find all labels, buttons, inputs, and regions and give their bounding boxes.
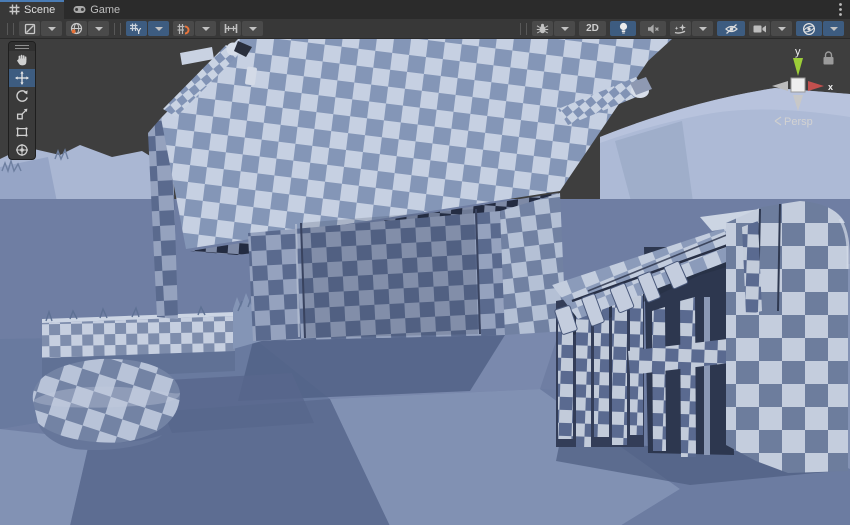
tools-palette-grip[interactable] — [9, 42, 35, 51]
grid-visibility-dropdown[interactable] — [148, 21, 169, 36]
window-menu-button[interactable] — [831, 0, 850, 19]
x-axis-label: x — [828, 82, 833, 92]
stump[interactable] — [33, 359, 180, 450]
tab-scene-label: Scene — [24, 4, 55, 16]
lighting-toggle-button[interactable] — [610, 21, 636, 36]
rect-icon — [15, 125, 29, 139]
lock-icon[interactable] — [824, 52, 834, 65]
svg-text:Y: Y — [136, 27, 142, 35]
pivot-icon — [24, 23, 36, 35]
scene-render[interactable] — [0, 39, 850, 525]
neg-x-axis-cone[interactable] — [772, 81, 788, 91]
camera-settings-button[interactable] — [749, 21, 770, 36]
lightbulb-icon — [618, 22, 629, 35]
eye-hidden-icon — [724, 23, 739, 35]
y-axis-cone[interactable] — [793, 58, 803, 76]
mode-2d-button[interactable]: 2D — [579, 21, 606, 36]
scene-viewport[interactable]: y x Persp — [0, 39, 850, 525]
view-hand-tool[interactable] — [9, 51, 35, 69]
y-axis-label: y — [795, 46, 801, 58]
transform-icon — [15, 143, 29, 157]
snap-increment-button[interactable] — [220, 21, 241, 36]
scale-icon — [15, 107, 29, 121]
draw-mode-button[interactable] — [532, 21, 553, 36]
snap-move-icon — [224, 23, 238, 34]
audio-toggle-button[interactable] — [640, 21, 666, 36]
snap-to-grid-dropdown[interactable] — [195, 21, 216, 36]
grid-y-icon: Y — [130, 23, 143, 35]
neg-y-axis-cone[interactable] — [793, 95, 803, 111]
transform-tool[interactable] — [9, 141, 35, 159]
tab-scene[interactable]: Scene — [0, 0, 64, 19]
overlay-grip[interactable] — [114, 23, 121, 35]
projection-label[interactable]: Persp — [784, 116, 813, 128]
tab-bar: Scene Game — [0, 0, 850, 19]
move-tool[interactable] — [9, 69, 35, 87]
grid-magnet-icon — [177, 23, 190, 35]
rotate-tool[interactable] — [9, 87, 35, 105]
handle-position-dropdown[interactable] — [41, 21, 62, 36]
orientation-gizmo[interactable]: y x Persp — [762, 45, 846, 141]
scale-tool[interactable] — [9, 105, 35, 123]
grid-visibility-button[interactable]: Y — [126, 21, 147, 36]
effects-icon — [674, 23, 687, 35]
rotate-icon — [15, 89, 29, 103]
camera-icon — [753, 24, 767, 34]
overlay-grip[interactable] — [7, 23, 14, 35]
overlay-grip[interactable] — [520, 23, 527, 35]
draw-mode-dropdown[interactable] — [554, 21, 575, 36]
camera-settings-dropdown[interactable] — [771, 21, 792, 36]
axis-gizmo-icon — [802, 22, 816, 36]
kebab-menu-icon — [839, 3, 842, 16]
tools-palette — [8, 41, 36, 160]
gizmos-toggle-button[interactable] — [796, 21, 822, 36]
persp-chevron-icon — [775, 117, 781, 125]
effects-toggle-button[interactable] — [670, 21, 691, 36]
handle-position-button[interactable] — [19, 21, 40, 36]
gizmos-toggle-dropdown[interactable] — [823, 21, 844, 36]
bug-icon — [536, 23, 549, 35]
scene-visibility-button[interactable] — [717, 21, 745, 36]
hand-icon — [15, 53, 29, 67]
scene-toolbar: Y — [0, 19, 850, 39]
grid-icon — [9, 4, 20, 15]
handle-rotation-button[interactable] — [66, 21, 87, 36]
audio-muted-icon — [647, 23, 660, 35]
gamepad-icon — [73, 5, 86, 14]
effects-toggle-dropdown[interactable] — [692, 21, 713, 36]
rect-tool[interactable] — [9, 123, 35, 141]
snap-to-grid-button[interactable] — [173, 21, 194, 36]
x-axis-cone[interactable] — [808, 81, 824, 91]
tab-game-label: Game — [90, 4, 120, 16]
unity-scene-view-window: Scene Game — [0, 0, 850, 525]
handle-rotation-dropdown[interactable] — [88, 21, 109, 36]
gizmo-cube[interactable] — [791, 78, 805, 92]
globe-icon — [70, 22, 83, 35]
tab-game[interactable]: Game — [64, 0, 129, 19]
move-icon — [15, 71, 29, 85]
snap-increment-dropdown[interactable] — [242, 21, 263, 36]
